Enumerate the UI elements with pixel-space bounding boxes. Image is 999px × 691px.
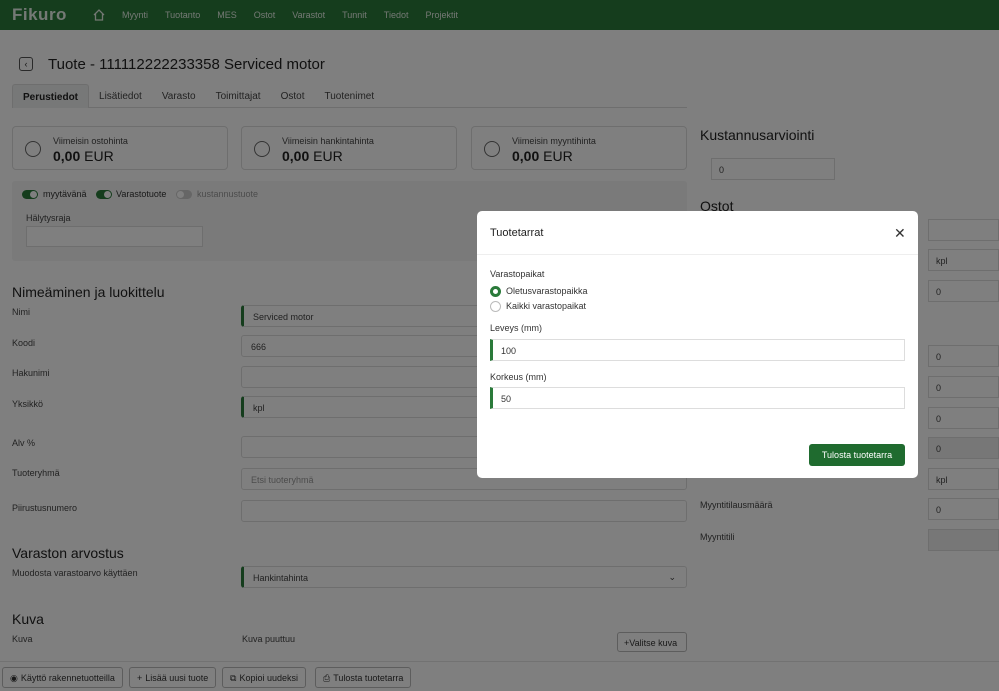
print-product-label-button[interactable]: Tulosta tuotetarra <box>809 444 905 466</box>
leveys-input[interactable]: 100 <box>490 339 905 361</box>
korkeus-label: Korkeus (mm) <box>490 372 547 382</box>
product-label-modal: Tuotetarrat ✕ Varastopaikat Oletusvarast… <box>477 211 918 478</box>
radio-label: Oletusvarastopaikka <box>506 286 588 296</box>
modal-title: Tuotetarrat <box>490 227 544 239</box>
korkeus-input[interactable]: 50 <box>490 387 905 409</box>
leveys-label: Leveys (mm) <box>490 323 543 333</box>
radio-kaikki-varastopaikat[interactable] <box>490 301 501 312</box>
close-icon[interactable]: ✕ <box>894 225 906 242</box>
radio-oletusvarastopaikka[interactable] <box>490 286 501 297</box>
varastopaikat-label: Varastopaikat <box>490 269 545 279</box>
modal-divider <box>477 254 918 255</box>
radio-label: Kaikki varastopaikat <box>506 301 587 311</box>
